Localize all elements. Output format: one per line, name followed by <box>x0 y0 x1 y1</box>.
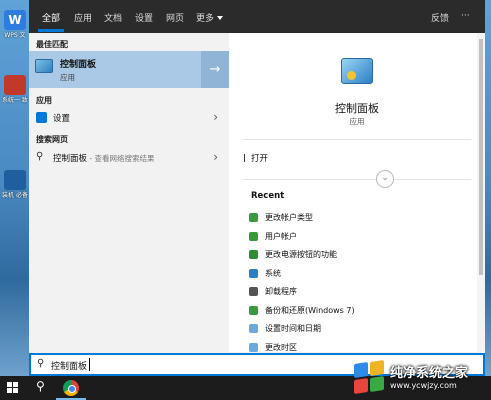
expand-chevron-icon[interactable]: ⌄ <box>376 170 394 188</box>
recent-item-label: 更改时区 <box>265 342 297 352</box>
result-item-label: 设置 <box>53 114 71 124</box>
tab-documents[interactable]: 文档 <box>104 11 122 24</box>
app-icon <box>4 75 26 95</box>
recent-list: 更改帐户类型 用户帐户 更改电源按钮的功能 系统 卸载程序 备份和还原(Wind… <box>249 211 471 359</box>
recent-item[interactable]: 卸载程序 <box>249 285 471 304</box>
watermark-url: www.ycwjzy.com <box>390 381 457 390</box>
control-panel-icon <box>35 59 53 73</box>
start-menu: 全部 应用 文档 设置 网页 更多 反馈 ··· 最佳匹配 控制面板 应用 → … <box>29 0 485 376</box>
desktop-icon-label: 装机 必备 <box>2 192 28 199</box>
watermark: 纯净系统之家 www.ycwjzy.com <box>350 356 490 400</box>
chevron-right-icon[interactable]: › <box>213 110 218 124</box>
recent-item-label: 设置时间和日期 <box>265 324 321 333</box>
recent-item[interactable]: 备份和还原(Windows 7) <box>249 304 471 323</box>
active-tab-indicator <box>38 29 64 32</box>
recent-item-label: 用户帐户 <box>265 231 297 241</box>
chevron-right-icon[interactable]: › <box>213 150 218 164</box>
recent-item-label: 系统 <box>265 268 281 278</box>
settings-item-icon <box>249 305 258 315</box>
arrow-right-icon[interactable]: → <box>201 51 229 88</box>
windows-logo-icon <box>352 360 386 394</box>
tab-more-label: 更多 <box>196 14 215 24</box>
best-match-item[interactable]: 控制面板 应用 → <box>29 51 229 88</box>
web-query: 控制面板 <box>53 154 88 164</box>
preview-title: 控制面板 <box>335 102 379 115</box>
windows-start-icon[interactable] <box>7 382 19 394</box>
open-action[interactable]: 打开 <box>251 152 268 164</box>
open-icon <box>244 154 248 162</box>
best-match-title: 控制面板 <box>60 60 97 70</box>
scrollbar-thumb[interactable] <box>479 39 483 275</box>
more-options-button[interactable]: ··· <box>461 11 470 21</box>
result-item-label: 控制面板 - 查看网络搜索结果 <box>53 152 155 164</box>
results-list: 最佳匹配 控制面板 应用 → 应用 设置 › 搜索网页 ⚲ 控制面板 - 查看网… <box>29 33 229 376</box>
watermark-title: 纯净系统之家 <box>390 366 469 381</box>
settings-item-icon <box>249 268 258 278</box>
recent-item[interactable]: 更改电源按钮的功能 <box>249 248 471 267</box>
search-icon: ⚲ <box>37 358 45 369</box>
control-panel-icon <box>341 58 373 84</box>
tab-all[interactable]: 全部 <box>42 11 60 24</box>
search-filter-bar: 全部 应用 文档 设置 网页 更多 反馈 ··· <box>29 0 485 33</box>
search-icon[interactable]: ⚲ <box>36 379 45 393</box>
result-item-settings[interactable]: 设置 › <box>29 107 229 129</box>
settings-item-icon <box>249 213 258 222</box>
result-item-web-search[interactable]: ⚲ 控制面板 - 查看网络搜索结果 › <box>29 147 229 169</box>
desktop-icon-label: WPS 文 <box>4 32 26 39</box>
feedback-button[interactable]: 反馈 <box>431 11 449 24</box>
tab-settings[interactable]: 设置 <box>135 11 153 24</box>
preview-pane: 控制面板 应用 打开 ⌄ Recent 更改帐户类型 用户帐户 更改电源按钮的功… <box>229 33 485 352</box>
tab-web[interactable]: 网页 <box>166 11 184 24</box>
section-header: 最佳匹配 <box>36 40 68 49</box>
settings-item-icon <box>249 324 258 333</box>
settings-item-icon <box>249 231 258 241</box>
desktop-icon-app[interactable]: 装机 必备 <box>2 170 28 199</box>
web-query-hint: - 查看网络搜索结果 <box>87 154 155 163</box>
app-icon <box>4 170 26 190</box>
chevron-down-icon <box>217 16 224 20</box>
search-icon: ⚲ <box>36 151 44 162</box>
desktop-icon-app[interactable]: 系统一 致... <box>2 75 28 104</box>
preview-subtitle: 应用 <box>349 117 365 126</box>
recent-item-label: 更改帐户类型 <box>265 213 313 222</box>
text-cursor <box>89 358 90 371</box>
scrollbar[interactable] <box>477 33 485 352</box>
recent-item[interactable]: 用户帐户 <box>249 230 471 249</box>
recent-item[interactable]: 更改帐户类型 <box>249 211 471 230</box>
settings-item-icon <box>249 250 258 259</box>
desktop-icon-wps[interactable]: W WPS 文 <box>2 10 28 39</box>
tab-more[interactable]: 更多 <box>196 11 224 24</box>
best-match-subtitle: 应用 <box>60 73 75 82</box>
search-input[interactable]: 控制面板 <box>51 359 87 372</box>
settings-item-icon <box>249 287 258 296</box>
chrome-icon[interactable] <box>63 380 79 396</box>
recent-item-label: 卸载程序 <box>265 287 297 296</box>
recent-header: Recent <box>251 191 285 201</box>
section-header: 搜索网页 <box>36 135 68 144</box>
divider <box>243 139 471 140</box>
recent-item-label: 更改电源按钮的功能 <box>265 250 337 259</box>
section-header: 应用 <box>36 96 52 105</box>
wps-icon: W <box>4 10 26 30</box>
desktop: W WPS 文 系统一 致... 装机 必备 <box>0 0 30 376</box>
recent-item[interactable]: 系统 <box>249 267 471 286</box>
tab-apps[interactable]: 应用 <box>74 11 92 24</box>
recent-item-label: 备份和还原(Windows 7) <box>265 305 355 315</box>
gear-icon <box>36 112 47 123</box>
desktop-icon-label: 系统一 致... <box>2 97 28 104</box>
divider <box>243 179 471 180</box>
recent-item[interactable]: 设置时间和日期 <box>249 322 471 341</box>
settings-item-icon <box>249 342 258 352</box>
